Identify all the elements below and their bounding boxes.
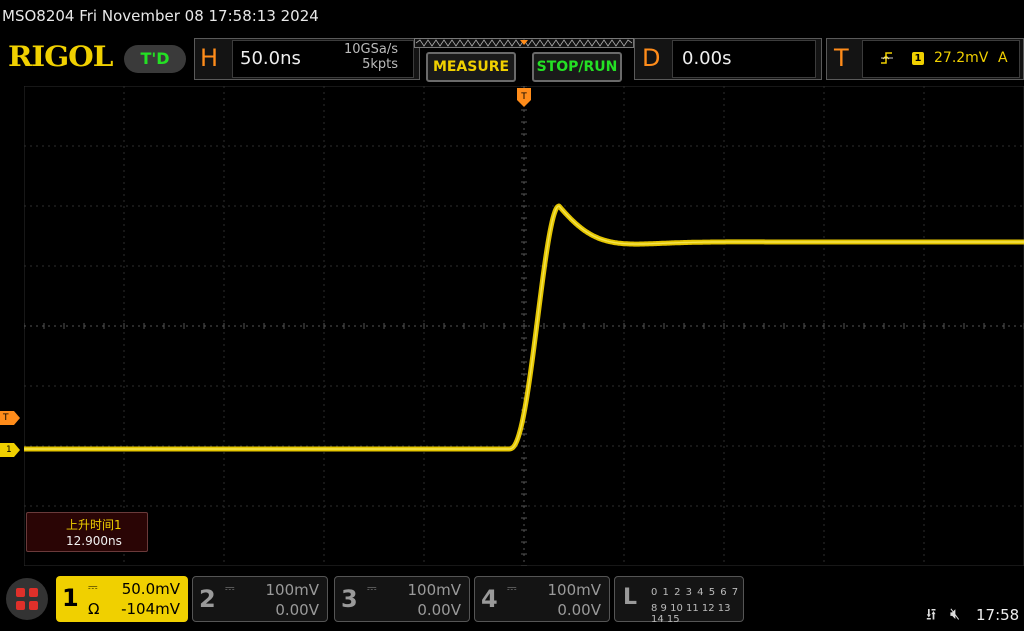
channel4-scale: 100mV <box>547 581 601 599</box>
logic-panel[interactable]: L 0 1 2 3 4 5 6 7 8 9 10 11 12 13 14 15 <box>614 576 744 625</box>
measurement-name: 上升时间1 <box>66 518 122 532</box>
logic-bits-row2: 8 9 10 11 12 13 14 15 <box>651 603 731 625</box>
graticule <box>24 86 1024 566</box>
delay-letter: D <box>642 44 661 72</box>
trigger-position-label: T <box>520 92 527 102</box>
trigger-letter: T <box>834 44 849 72</box>
sample-rate: 10GSa/s <box>344 42 398 57</box>
channel1-coupling-icon: ⎓ <box>88 580 98 594</box>
logic-bits-row1: 0 1 2 3 4 5 6 7 <box>651 587 740 598</box>
trigger-position-marker[interactable]: T <box>516 86 532 108</box>
channel1-offset-marker[interactable]: 1 <box>0 443 20 457</box>
menu-grid-icon <box>16 588 38 610</box>
horizontal-position-strip[interactable] <box>414 38 634 48</box>
trigger-level-marker[interactable]: T <box>0 411 20 425</box>
channel1-offset: -104mV <box>121 600 180 618</box>
main-menu-button[interactable] <box>6 578 48 620</box>
channel2-coupling-icon: ⎓ <box>225 581 235 595</box>
rigol-logo: RIGOL <box>8 40 113 73</box>
clock: 17:58 <box>976 606 1020 624</box>
channel3-scale: 100mV <box>407 581 461 599</box>
waveform-screen[interactable] <box>24 86 1024 566</box>
channel4-coupling-icon: ⎓ <box>507 581 517 595</box>
channel1-number: 1 <box>62 584 79 612</box>
channel2-scale: 100mV <box>265 581 319 599</box>
channel3-panel[interactable]: 3 ⎓ 100mV 0.00V <box>334 576 470 622</box>
channel3-number: 3 <box>341 585 358 613</box>
sample-info: 10GSa/s 5kpts <box>330 42 398 72</box>
usb-icon: ⭿ <box>926 605 937 624</box>
trigger-source-badge: 1 <box>912 52 924 65</box>
channel1-scale: 50.0mV <box>121 580 180 598</box>
channel3-coupling-icon: ⎓ <box>367 581 377 595</box>
channel2-offset: 0.00V <box>275 601 319 619</box>
channel4-panel[interactable]: 4 ⎓ 100mV 0.00V <box>474 576 610 622</box>
channel2-number: 2 <box>199 585 216 613</box>
channel4-number: 4 <box>481 585 498 613</box>
timebase-value: 50.0ns <box>240 48 301 69</box>
stop-run-button[interactable]: STOP/RUN <box>532 52 622 82</box>
device-datetime: MSO8204 Fri November 08 17:58:13 2024 <box>2 7 319 25</box>
channel2-panel[interactable]: 2 ⎓ 100mV 0.00V <box>192 576 328 622</box>
channel1-panel[interactable]: 1 ⎓ Ω 50.0mV -104mV <box>56 576 188 622</box>
channel4-offset: 0.00V <box>557 601 601 619</box>
channel3-offset: 0.00V <box>417 601 461 619</box>
memory-depth: 5kpts <box>362 57 398 72</box>
measurement-value: 12.900ns <box>66 534 122 548</box>
trigger-mode: A <box>998 50 1008 66</box>
measure-button[interactable]: MEASURE <box>426 52 516 82</box>
title-bar: MSO8204 Fri November 08 17:58:13 2024 <box>0 0 1024 34</box>
speaker-muted-icon[interactable]: 🔇︎ <box>950 604 960 624</box>
delay-value: 0.00s <box>682 48 732 69</box>
trigger-level: 27.2mV <box>934 50 989 66</box>
horizontal-letter: H <box>200 44 219 72</box>
logic-letter: L <box>623 585 638 610</box>
run-status-badge[interactable]: T'D <box>124 45 186 73</box>
channel1-impedance: Ω <box>88 600 100 618</box>
rising-edge-icon <box>881 52 893 64</box>
